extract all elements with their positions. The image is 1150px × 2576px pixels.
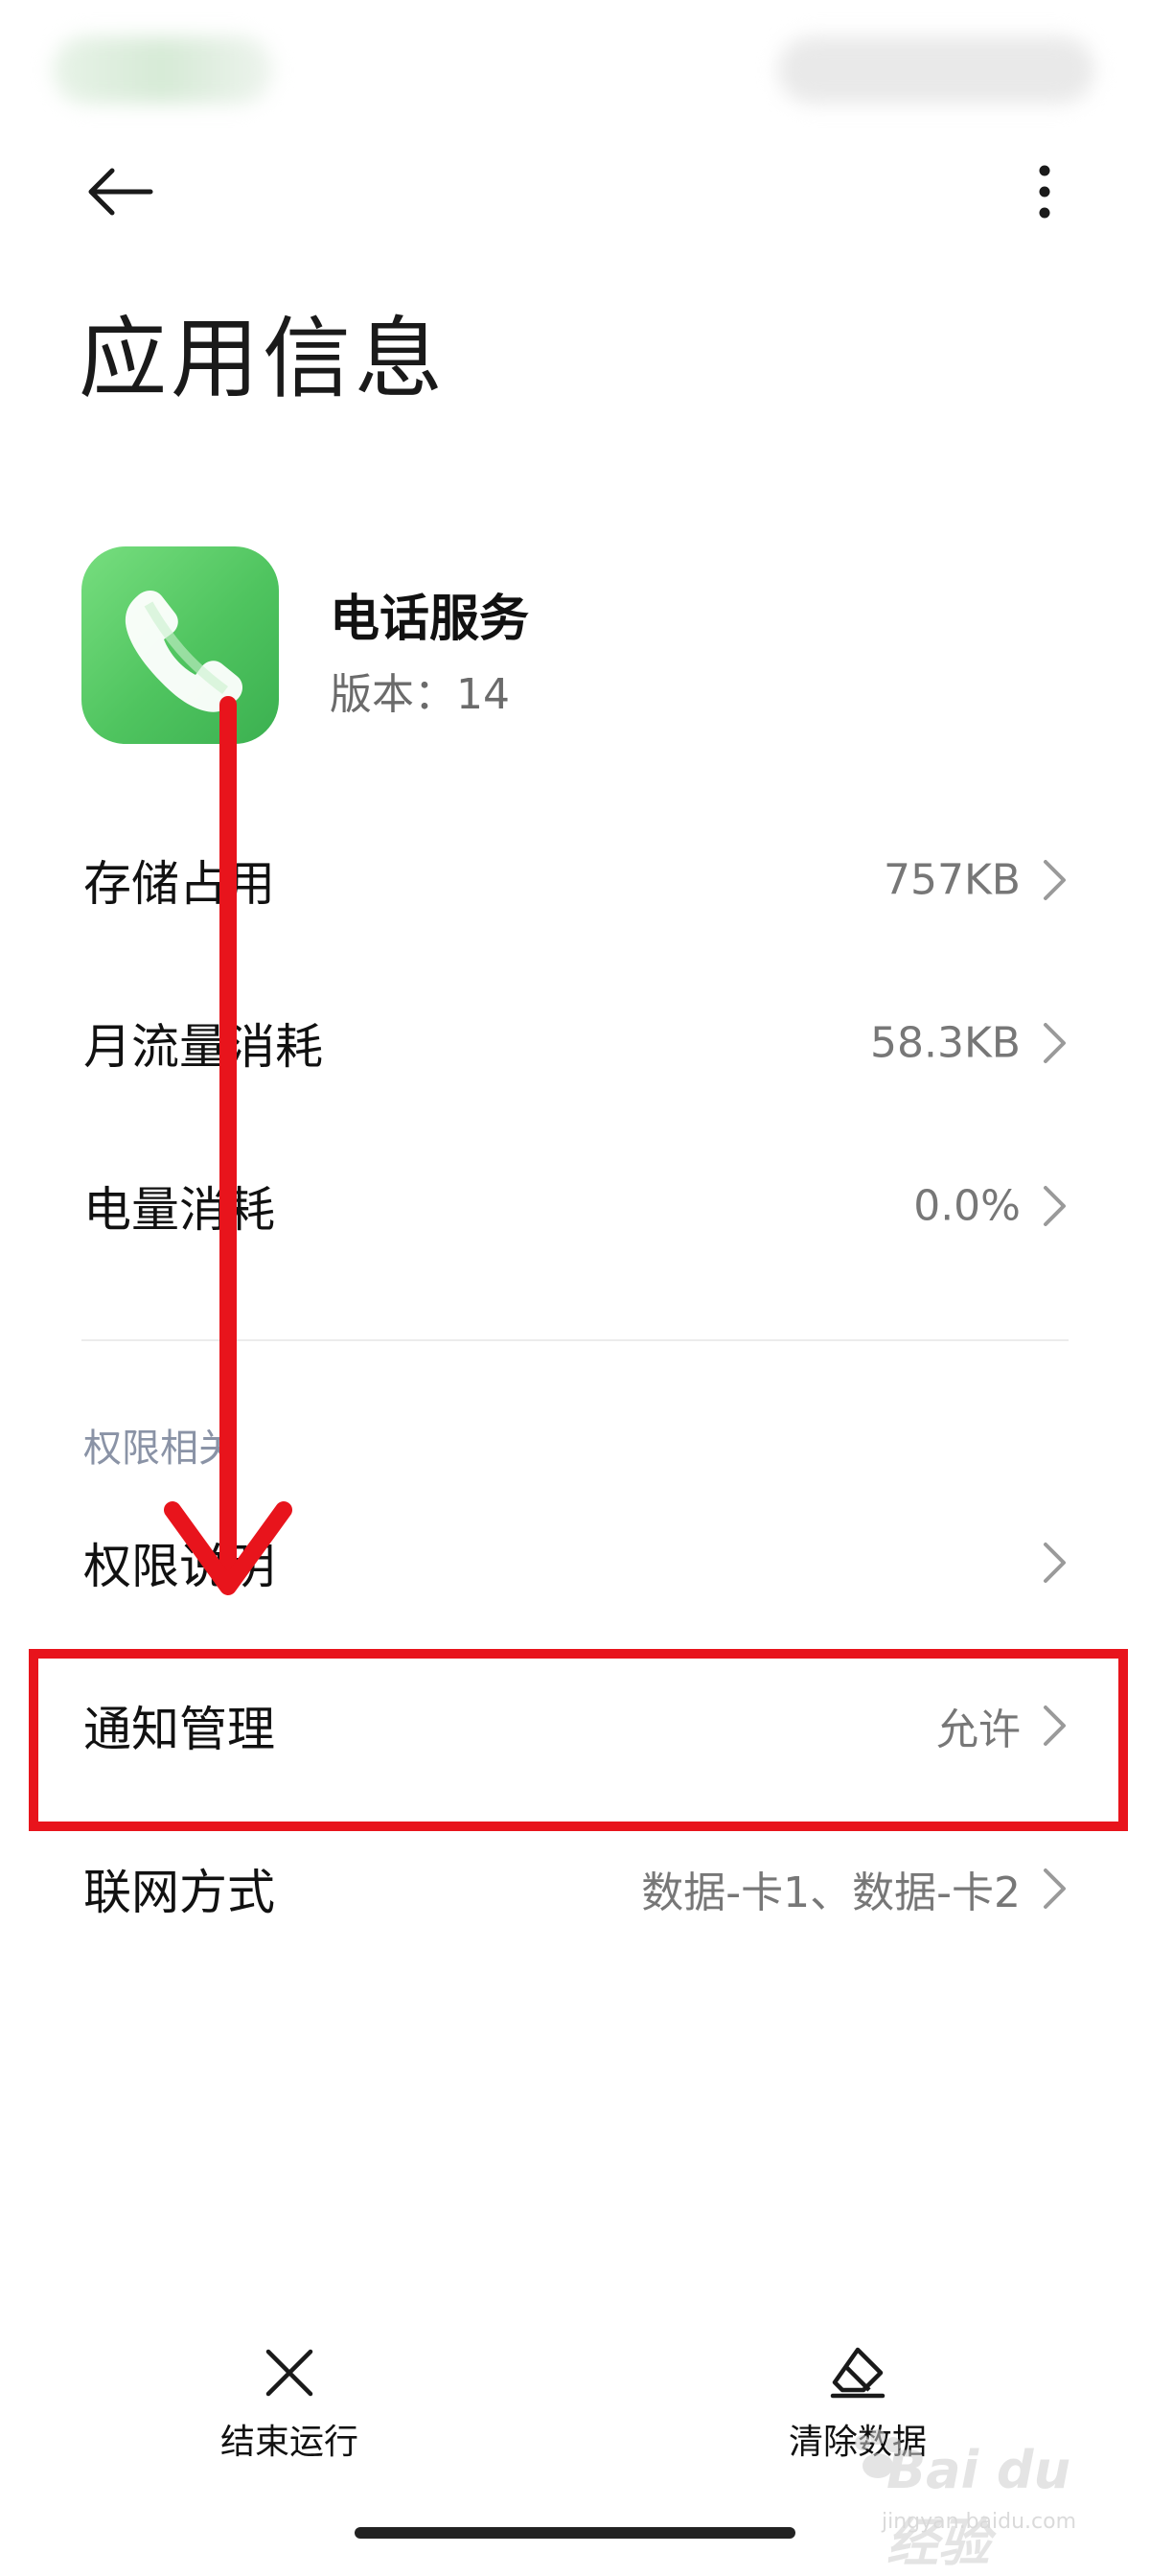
app-version: 版本：14 [330, 670, 510, 719]
annotation-highlight-box [29, 1649, 1128, 1831]
storage-row[interactable]: 存储占用 757KB [0, 799, 1150, 962]
chevron-right-icon [1044, 1543, 1066, 1583]
force-stop-label: 结束运行 [219, 2423, 358, 2462]
force-stop-button[interactable]: 结束运行 [184, 2339, 395, 2473]
app-name: 电话服务 [330, 591, 530, 648]
row-value: 58.3KB [869, 1018, 1021, 1068]
home-indicator[interactable] [355, 2527, 795, 2539]
row-value: 757KB [883, 855, 1021, 905]
row-value: 0.0% [913, 1181, 1021, 1231]
more-vertical-icon [1039, 165, 1050, 219]
status-bar-right-blurred [778, 36, 1094, 104]
close-icon [256, 2339, 323, 2406]
chevron-right-icon [1044, 1868, 1066, 1909]
chevron-right-icon [1044, 1186, 1066, 1226]
battery-usage-row[interactable]: 电量消耗 0.0% [0, 1125, 1150, 1288]
more-options-button[interactable] [1011, 153, 1078, 230]
back-button[interactable] [77, 153, 163, 230]
watermark-logo: Bai du 经验 jingyan.baidu.com [843, 2425, 1083, 2573]
arrow-left-icon [88, 168, 153, 216]
app-icon [81, 546, 279, 744]
row-label: 电量消耗 [83, 1182, 275, 1238]
row-label: 联网方式 [83, 1865, 275, 1920]
eraser-icon [824, 2339, 891, 2406]
permissions-section-header: 权限相关 [83, 1427, 237, 1471]
data-usage-row[interactable]: 月流量消耗 58.3KB [0, 962, 1150, 1125]
row-label: 月流量消耗 [83, 1019, 323, 1075]
row-label: 存储占用 [83, 856, 275, 912]
chevron-right-icon [1044, 1023, 1066, 1063]
chevron-right-icon [1044, 860, 1066, 900]
divider [81, 1339, 1069, 1341]
permission-description-row[interactable]: 权限说明 [0, 1481, 1150, 1644]
phone-icon [125, 591, 242, 712]
watermark-url: jingyan.baidu.com [882, 2510, 1077, 2534]
page-title: 应用信息 [79, 308, 448, 410]
status-bar-left-blurred [53, 36, 273, 104]
network-access-row[interactable]: 联网方式 数据-卡1、数据-卡2 [0, 1807, 1150, 1970]
row-label: 权限说明 [83, 1539, 275, 1594]
watermark-brand: Bai du 经验 [886, 2440, 1071, 2573]
row-value: 数据-卡1、数据-卡2 [641, 1868, 1021, 1917]
